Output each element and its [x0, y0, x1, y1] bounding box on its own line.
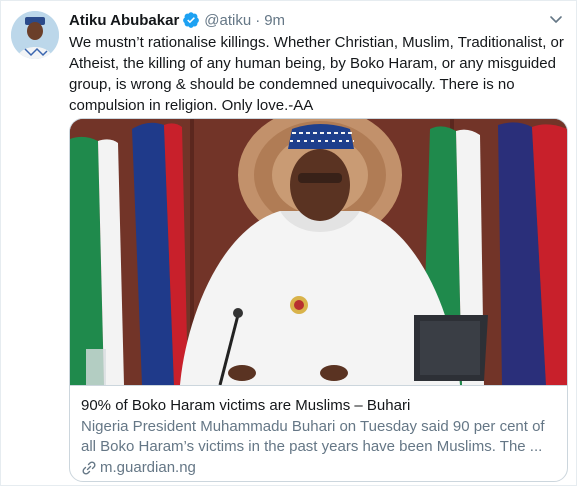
link-icon — [81, 460, 97, 476]
separator-dot: · — [255, 11, 261, 29]
chevron-down-icon[interactable] — [548, 11, 564, 27]
link-card[interactable]: 90% of Boko Haram victims are Muslims – … — [69, 118, 568, 482]
card-title[interactable]: 90% of Boko Haram victims are Muslims – … — [81, 396, 556, 416]
tweet[interactable]: Atiku Abubakar @atiku · 9m We mustn’t ra… — [0, 0, 577, 486]
verified-badge-icon — [182, 11, 200, 29]
card-body[interactable]: 90% of Boko Haram victims are Muslims – … — [70, 385, 567, 481]
author-handle[interactable]: @atiku — [204, 12, 251, 29]
card-domain[interactable]: m.guardian.ng — [100, 458, 196, 478]
tweet-text: We mustn’t rationalise killings. Whether… — [69, 34, 564, 114]
author-name[interactable]: Atiku Abubakar — [69, 12, 179, 29]
card-domain-row[interactable]: m.guardian.ng — [81, 458, 556, 478]
card-description: Nigeria President Muhammadu Buhari on Tu… — [81, 418, 545, 455]
avatar[interactable] — [11, 11, 59, 59]
card-image[interactable] — [70, 119, 567, 385]
tweet-timestamp[interactable]: 9m — [264, 12, 285, 29]
avatar-image — [11, 11, 59, 59]
tweet-header: Atiku Abubakar @atiku · 9m — [69, 10, 285, 30]
